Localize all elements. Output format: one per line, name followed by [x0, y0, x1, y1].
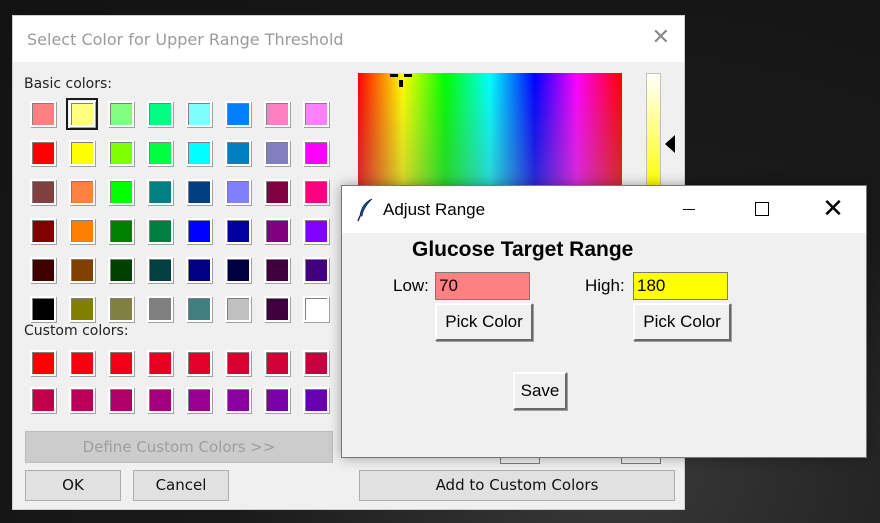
color-swatch[interactable] [69, 140, 95, 166]
crosshair-icon[interactable] [390, 73, 414, 89]
color-swatch[interactable] [186, 296, 212, 322]
color-swatch[interactable] [147, 257, 173, 283]
color-swatch[interactable] [108, 387, 134, 413]
color-swatch[interactable] [303, 350, 329, 376]
luminance-slider[interactable] [646, 73, 661, 188]
high-label: High: [585, 276, 625, 295]
color-swatch[interactable] [108, 218, 134, 244]
color-swatch[interactable] [69, 296, 95, 322]
color-swatch[interactable] [147, 296, 173, 322]
adjust-window-titlebar[interactable]: Adjust Range ✕ [342, 186, 866, 233]
custom-colors-grid [30, 350, 329, 413]
color-swatch[interactable] [186, 179, 212, 205]
adjust-window-title: Adjust Range [383, 200, 486, 219]
add-to-custom-colors-button[interactable]: Add to Custom Colors [359, 470, 675, 501]
color-swatch[interactable] [30, 350, 56, 376]
basic-colors-grid [30, 98, 329, 322]
close-icon[interactable]: ✕ [652, 26, 670, 50]
color-swatch[interactable] [30, 101, 56, 127]
color-swatch[interactable] [303, 140, 329, 166]
color-swatch[interactable] [186, 140, 212, 166]
color-dialog-titlebar[interactable]: Select Color for Upper Range Threshold ✕ [13, 16, 684, 62]
color-swatch[interactable] [225, 101, 251, 127]
color-swatch[interactable] [147, 218, 173, 244]
custom-colors-label: Custom colors: [24, 323, 129, 339]
pick-high-color-button[interactable]: Pick Color [633, 303, 731, 341]
maximize-icon[interactable] [740, 195, 786, 225]
color-swatch[interactable] [147, 350, 173, 376]
color-swatch[interactable] [69, 179, 95, 205]
low-label: Low: [393, 276, 429, 295]
color-swatch[interactable] [108, 101, 134, 127]
color-swatch[interactable] [147, 140, 173, 166]
cancel-button[interactable]: Cancel [133, 470, 229, 501]
minimize-icon[interactable] [665, 195, 711, 225]
color-swatch[interactable] [303, 101, 329, 127]
color-swatch[interactable] [264, 218, 290, 244]
high-value-input[interactable]: 180 [633, 272, 728, 300]
color-swatch[interactable] [108, 179, 134, 205]
color-swatch[interactable] [186, 350, 212, 376]
color-swatch[interactable] [303, 179, 329, 205]
pick-low-color-button[interactable]: Pick Color [435, 303, 533, 341]
color-swatch[interactable] [303, 296, 329, 322]
color-swatch[interactable] [147, 387, 173, 413]
color-swatch[interactable] [264, 101, 290, 127]
color-swatch[interactable] [108, 140, 134, 166]
color-swatch[interactable] [108, 350, 134, 376]
color-swatch[interactable] [303, 218, 329, 244]
color-swatch[interactable] [108, 257, 134, 283]
color-swatch[interactable] [147, 101, 173, 127]
color-swatch[interactable] [108, 296, 134, 322]
color-swatch[interactable] [225, 350, 251, 376]
color-swatch[interactable] [69, 257, 95, 283]
save-button[interactable]: Save [513, 372, 567, 410]
color-swatch[interactable] [30, 140, 56, 166]
color-swatch[interactable] [225, 296, 251, 322]
low-value-input[interactable]: 70 [435, 272, 530, 300]
color-swatch[interactable] [186, 101, 212, 127]
color-swatch[interactable] [30, 179, 56, 205]
color-swatch[interactable] [186, 218, 212, 244]
slider-arrow-icon[interactable] [665, 135, 675, 153]
color-swatch[interactable] [30, 257, 56, 283]
color-swatch[interactable] [225, 257, 251, 283]
adjust-range-window: Adjust Range ✕ Glucose Target Range Low:… [341, 185, 867, 458]
color-swatch[interactable] [264, 387, 290, 413]
color-swatch[interactable] [30, 296, 56, 322]
color-swatch[interactable] [225, 218, 251, 244]
close-icon[interactable]: ✕ [810, 195, 856, 225]
color-swatch[interactable] [69, 218, 95, 244]
color-swatch[interactable] [69, 350, 95, 376]
color-swatch[interactable] [264, 140, 290, 166]
color-swatch[interactable] [303, 387, 329, 413]
color-swatch[interactable] [225, 387, 251, 413]
color-swatch[interactable] [186, 257, 212, 283]
ok-button[interactable]: OK [25, 470, 121, 501]
color-swatch[interactable] [30, 218, 56, 244]
define-custom-colors-button[interactable]: Define Custom Colors >> [25, 431, 333, 463]
color-swatch[interactable] [264, 296, 290, 322]
color-swatch[interactable] [264, 179, 290, 205]
color-swatch[interactable] [69, 387, 95, 413]
color-swatch[interactable] [186, 387, 212, 413]
page-title: Glucose Target Range [412, 238, 634, 261]
color-swatch[interactable] [66, 98, 98, 130]
basic-colors-label: Basic colors: [24, 76, 112, 92]
color-swatch[interactable] [264, 350, 290, 376]
color-swatch[interactable] [225, 179, 251, 205]
color-swatch[interactable] [264, 257, 290, 283]
color-dialog-title: Select Color for Upper Range Threshold [27, 30, 344, 49]
color-swatch[interactable] [303, 257, 329, 283]
color-swatch[interactable] [147, 179, 173, 205]
color-spectrum[interactable] [358, 73, 622, 188]
color-swatch[interactable] [225, 140, 251, 166]
color-swatch[interactable] [30, 387, 56, 413]
feather-icon [357, 198, 373, 222]
